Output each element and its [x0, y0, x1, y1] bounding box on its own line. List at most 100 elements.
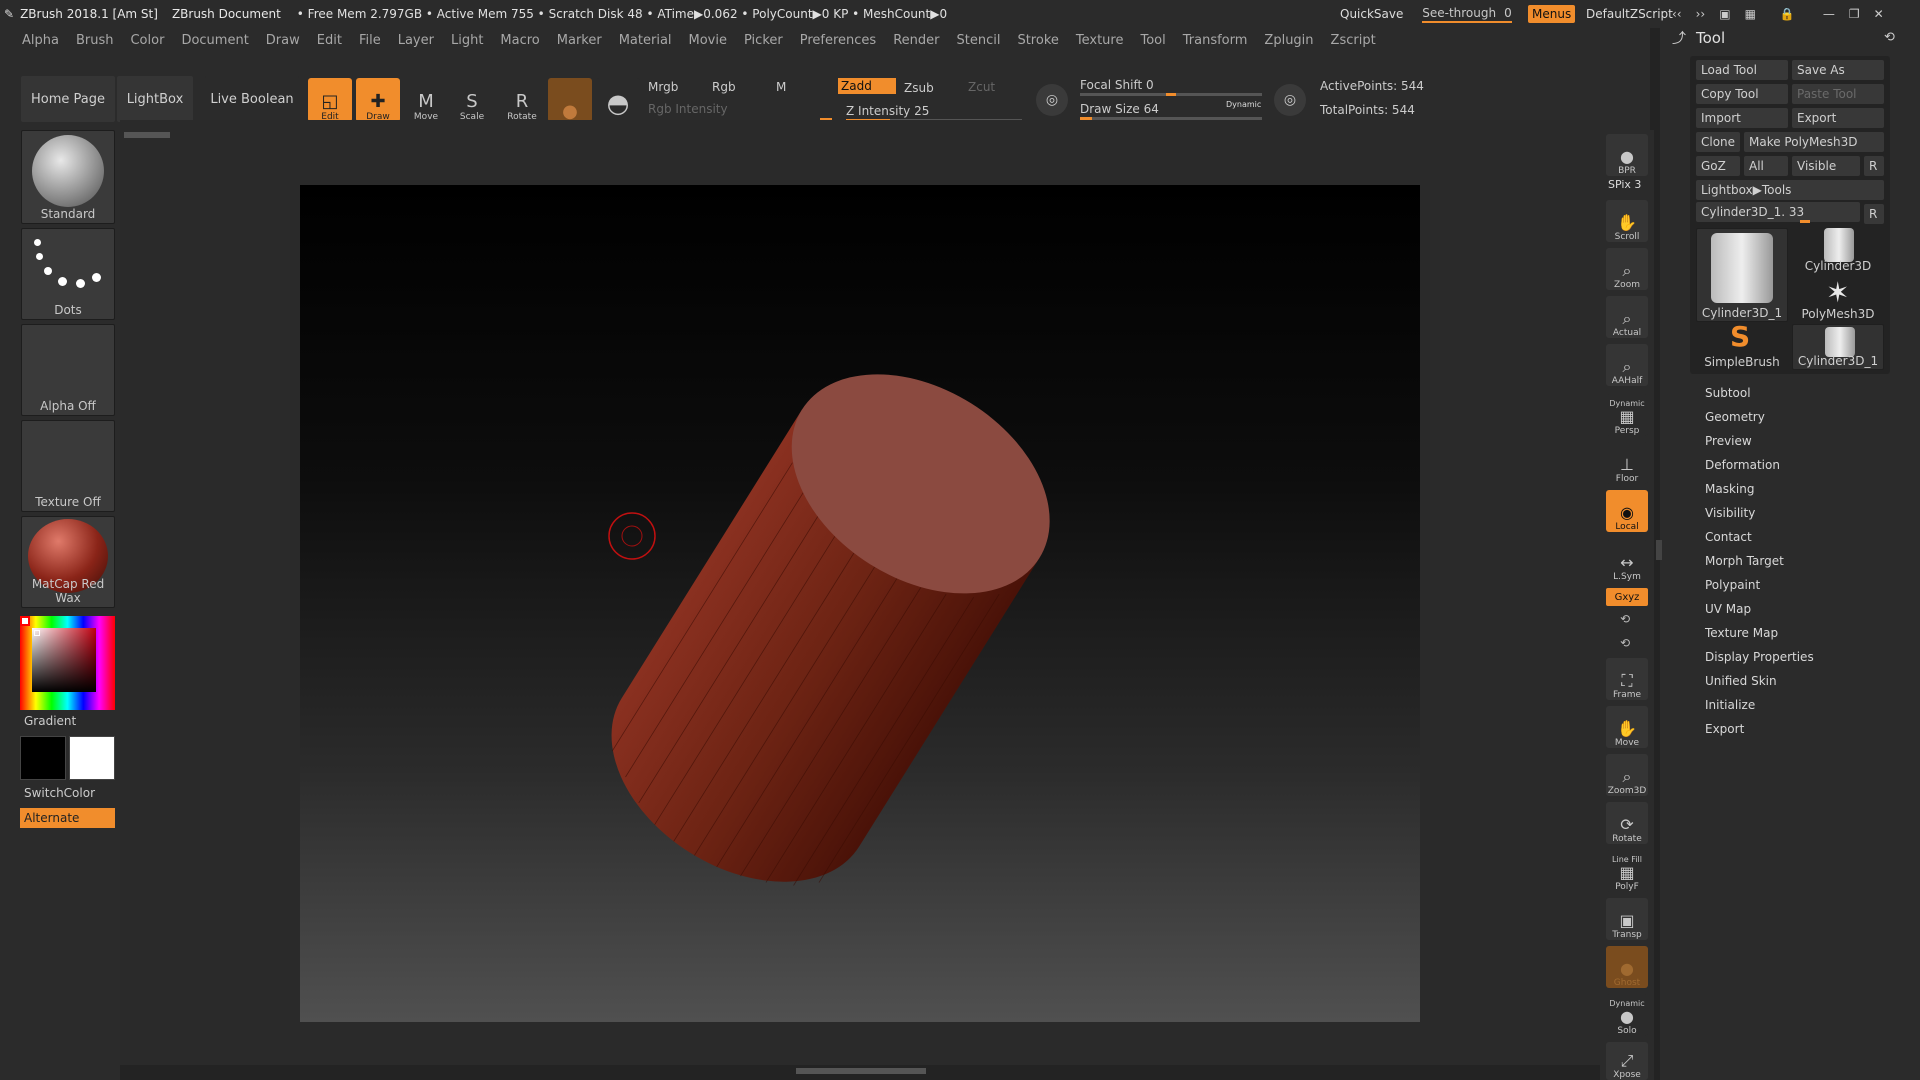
menu-preferences[interactable]: Preferences — [800, 33, 876, 48]
lightbox-button[interactable]: LightBox — [117, 76, 193, 122]
close-icon[interactable]: ✕ — [1874, 7, 1884, 21]
subpalette-masking[interactable]: Masking — [1705, 482, 1754, 496]
zoom-button[interactable]: ⌕ Zoom — [1606, 248, 1648, 290]
m-toggle[interactable]: M — [776, 80, 786, 94]
bottom-scroll-handle[interactable] — [796, 1068, 926, 1074]
rgb-toggle[interactable]: Rgb — [712, 80, 736, 94]
move-view-button[interactable]: ✋ Move — [1606, 706, 1648, 748]
zadd-toggle[interactable]: Zadd — [838, 78, 896, 94]
persp-button[interactable]: Dynamic ▦ Persp — [1606, 394, 1648, 436]
alternate-button[interactable]: Alternate — [20, 808, 115, 828]
lock-icon[interactable]: 🔒 — [1780, 7, 1795, 21]
palette-pin-icon[interactable]: ⤴ — [1672, 28, 1686, 48]
lsym-button[interactable]: ↔ L.Sym — [1606, 540, 1648, 582]
material-picker[interactable]: MatCap Red Wax — [21, 516, 115, 608]
current-tool-r-button[interactable]: R — [1864, 204, 1884, 224]
menu-tool[interactable]: Tool — [1140, 33, 1165, 48]
menu-texture[interactable]: Texture — [1076, 33, 1124, 48]
default-zscript-button[interactable]: DefaultZScript — [1586, 0, 1673, 28]
z-intensity-slider[interactable]: Z Intensity 25 — [846, 104, 929, 118]
menu-transform[interactable]: Transform — [1183, 33, 1248, 48]
menu-stencil[interactable]: Stencil — [956, 33, 1000, 48]
zcut-toggle[interactable]: Zcut — [968, 80, 995, 94]
menu-marker[interactable]: Marker — [557, 33, 602, 48]
subpalette-subtool[interactable]: Subtool — [1705, 386, 1751, 400]
subpalette-export[interactable]: Export — [1705, 722, 1744, 736]
focal-shift-slider[interactable]: Focal Shift 0 — [1080, 78, 1154, 92]
goz-r-button[interactable]: R — [1864, 156, 1884, 176]
menu-edit[interactable]: Edit — [317, 33, 342, 48]
rgb-intensity-slider[interactable]: Rgb Intensity — [648, 102, 728, 116]
stroke-picker[interactable]: Dots — [21, 228, 115, 320]
switch-color-button[interactable]: SwitchColor — [24, 786, 95, 800]
subpalette-unified-skin[interactable]: Unified Skin — [1705, 674, 1777, 688]
clone-button[interactable]: Clone — [1696, 132, 1740, 152]
live-boolean-button[interactable]: Live Boolean — [205, 76, 299, 122]
subpalette-texture-map[interactable]: Texture Map — [1705, 626, 1778, 640]
goz-button[interactable]: GoZ — [1696, 156, 1740, 176]
subpalette-deformation[interactable]: Deformation — [1705, 458, 1780, 472]
polyf-button[interactable]: Line Fill ▦ PolyF — [1606, 850, 1648, 892]
bpr-button[interactable]: ● BPR — [1606, 134, 1648, 176]
menu-brush[interactable]: Brush — [76, 33, 114, 48]
tool-thumb-cylinder3d-1[interactable]: Cylinder3D_1 — [1696, 228, 1788, 322]
menu-zplugin[interactable]: Zplugin — [1264, 33, 1313, 48]
scale-mode-button[interactable]: S Scale — [450, 78, 494, 123]
actual-button[interactable]: ⌕ Actual — [1606, 296, 1648, 338]
palette-reset-icon[interactable]: ⟲ — [1884, 30, 1895, 45]
brush-preview-button[interactable]: ◓ — [596, 78, 640, 122]
color-picker-square[interactable] — [32, 628, 96, 692]
solo-button[interactable]: Dynamic ● Solo — [1606, 994, 1648, 1036]
menu-picker[interactable]: Picker — [744, 33, 783, 48]
subpalette-uv-map[interactable]: UV Map — [1705, 602, 1751, 616]
zsub-toggle[interactable]: Zsub — [904, 81, 934, 95]
save-as-button[interactable]: Save As — [1792, 60, 1884, 80]
rotate-y-icon[interactable]: ⟲ — [1620, 612, 1630, 626]
menu-zscript[interactable]: Zscript — [1331, 33, 1376, 48]
frame-button[interactable]: ⛶ Frame — [1606, 658, 1648, 700]
dynamic-toggle[interactable]: Dynamic — [1226, 100, 1261, 109]
subpalette-polypaint[interactable]: Polypaint — [1705, 578, 1760, 592]
subpalette-contact[interactable]: Contact — [1705, 530, 1752, 544]
transp-button[interactable]: ▣ Transp — [1606, 898, 1648, 940]
material-swatch-button[interactable]: ● — [548, 78, 592, 122]
ui-size-icon-2[interactable]: ›› — [1696, 7, 1706, 21]
lightbox-tools-button[interactable]: Lightbox▶Tools — [1696, 180, 1884, 200]
home-page-button[interactable]: Home Page — [21, 76, 115, 122]
ui-size-icon[interactable]: ‹‹ — [1672, 7, 1682, 21]
minimize-icon[interactable]: — — [1823, 7, 1835, 21]
document-viewport[interactable] — [300, 185, 1420, 1022]
import-button[interactable]: Import — [1696, 108, 1788, 128]
subpalette-morph-target[interactable]: Morph Target — [1705, 554, 1784, 568]
make-polymesh-button[interactable]: Make PolyMesh3D — [1744, 132, 1884, 152]
tool-thumb-polymesh3d[interactable]: ✶ PolyMesh3D — [1792, 276, 1884, 322]
layout-icon-2[interactable]: ▦ — [1745, 7, 1756, 21]
menu-stroke[interactable]: Stroke — [1017, 33, 1058, 48]
subpalette-geometry[interactable]: Geometry — [1705, 410, 1765, 424]
floor-button[interactable]: ⊥ Floor — [1606, 442, 1648, 484]
edit-mode-button[interactable]: ◱ Edit — [308, 78, 352, 122]
secondary-color-swatch[interactable] — [69, 736, 115, 780]
menu-file[interactable]: File — [359, 33, 381, 48]
rotate-view-button[interactable]: ⟳ Rotate — [1606, 802, 1648, 844]
menus-toggle[interactable]: Menus — [1528, 0, 1576, 28]
sculptris-pro-icon[interactable]: ◎ — [1036, 84, 1068, 116]
gradient-toggle[interactable]: Gradient — [24, 714, 76, 728]
tool-thumb-simplebrush[interactable]: S SimpleBrush — [1696, 320, 1788, 370]
local-button[interactable]: ◉ Local — [1606, 490, 1648, 532]
subpalette-visibility[interactable]: Visibility — [1705, 506, 1755, 520]
xyz-button[interactable]: Gxyz — [1606, 588, 1648, 606]
zoom3d-button[interactable]: ⌕ Zoom3D — [1606, 754, 1648, 796]
load-tool-button[interactable]: Load Tool — [1696, 60, 1788, 80]
menu-material[interactable]: Material — [619, 33, 672, 48]
goz-visible-button[interactable]: Visible — [1792, 156, 1860, 176]
tool-thumb-cylinder3d-1-b[interactable]: Cylinder3D_1 — [1792, 324, 1884, 370]
canvas-scroll-handle[interactable] — [124, 132, 170, 138]
menu-light[interactable]: Light — [451, 33, 483, 48]
tool-thumb-cylinder3d[interactable]: Cylinder3D — [1792, 228, 1884, 274]
aahalf-button[interactable]: ⌕ AAHalf — [1606, 344, 1648, 386]
restore-icon[interactable]: ❐ — [1849, 7, 1860, 21]
cylinder-mesh[interactable] — [300, 185, 1420, 1022]
move-mode-button[interactable]: M Move — [404, 78, 448, 123]
color-picker[interactable] — [20, 616, 115, 710]
